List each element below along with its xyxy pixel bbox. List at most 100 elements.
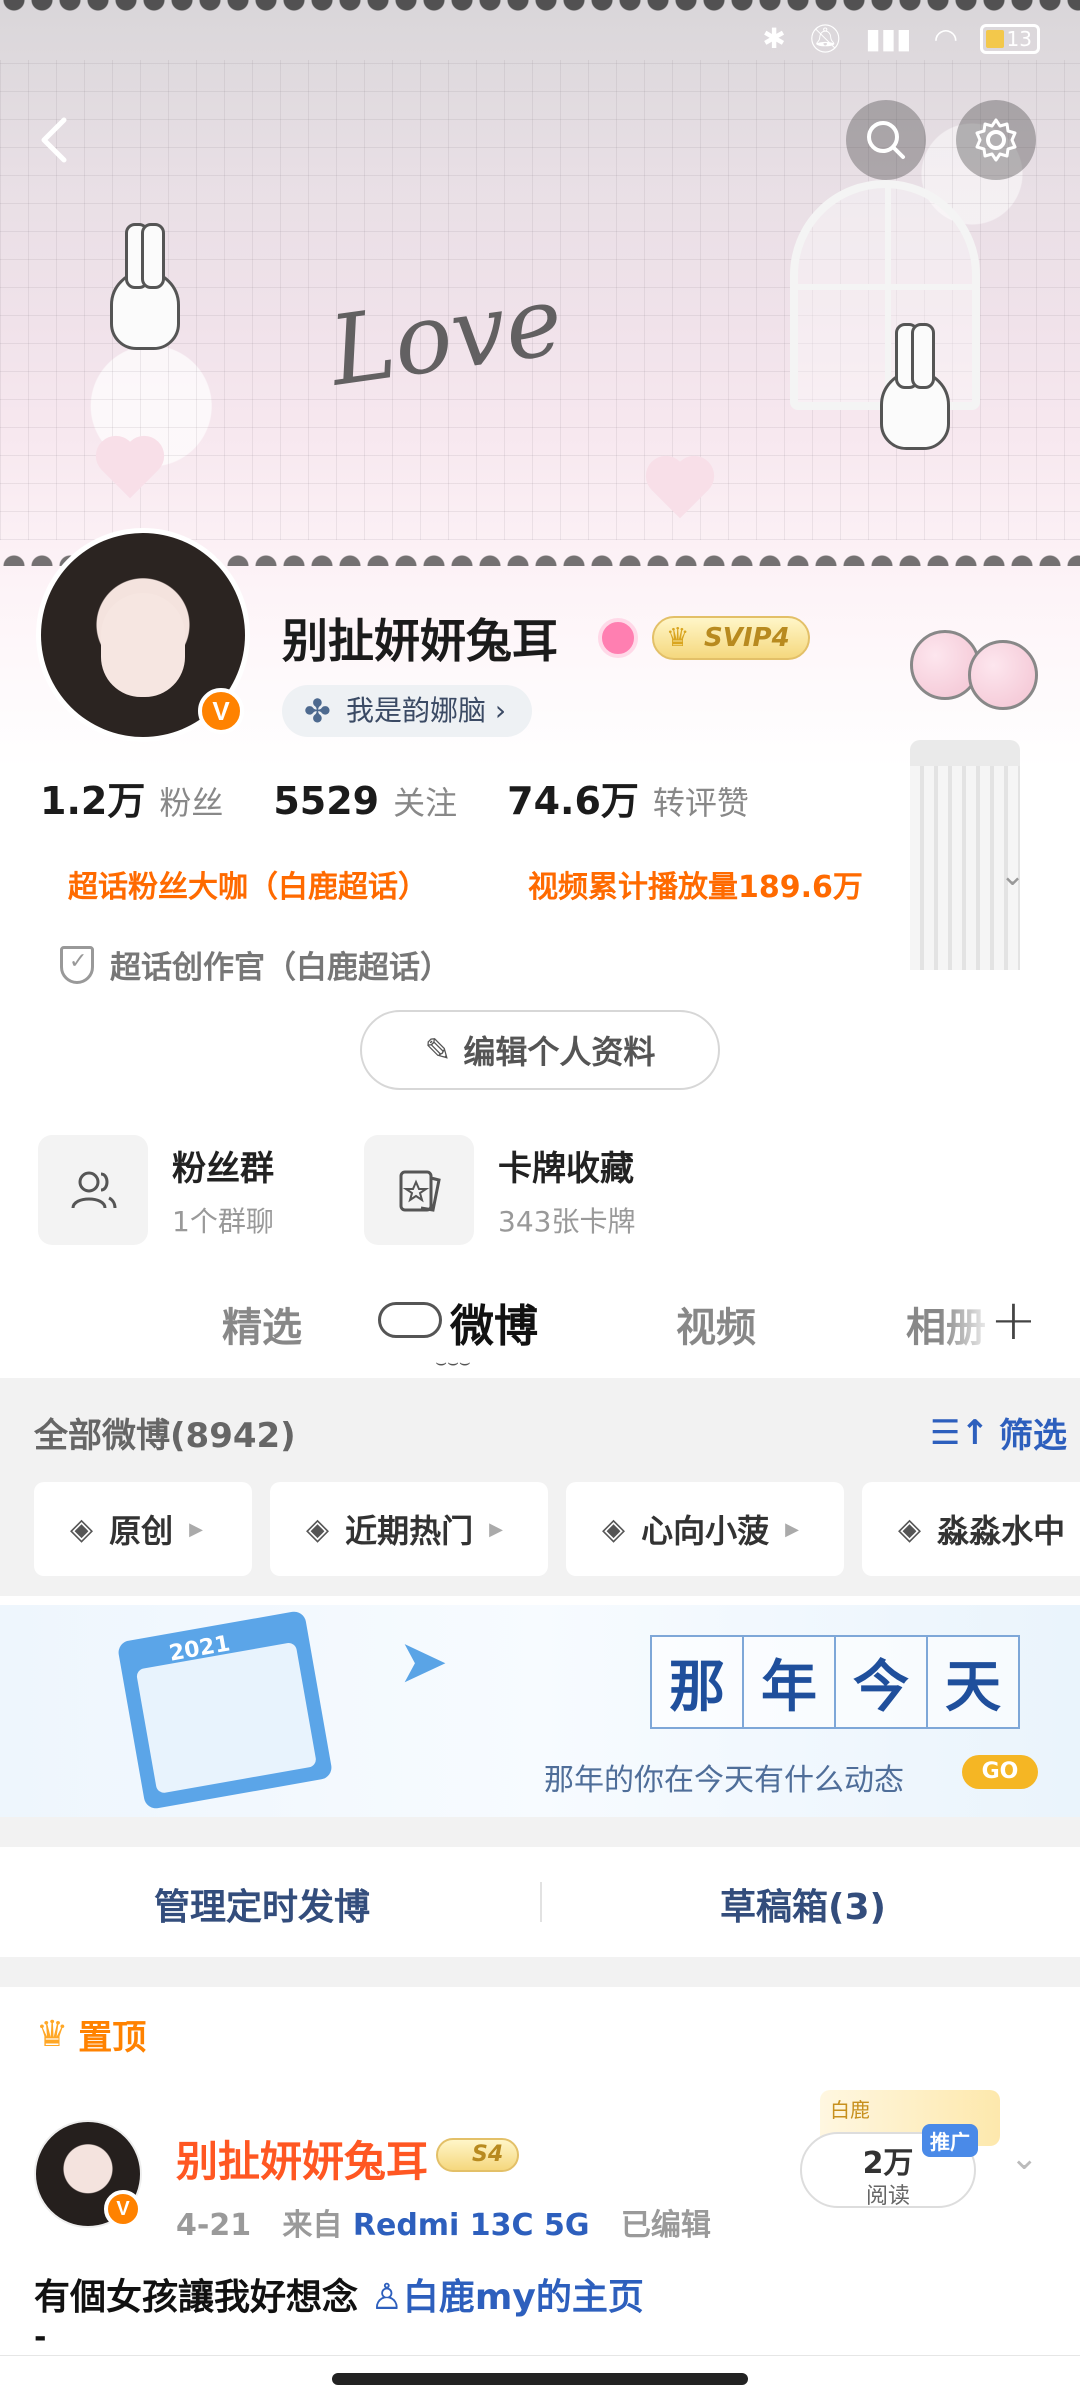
- chevron-down-icon[interactable]: ⌄: [1010, 2138, 1039, 2178]
- search-icon: [867, 121, 905, 159]
- on-this-day-banner[interactable]: 2021 ➤ 那 年 今 天 那年的你在今天有什么动态 GO: [0, 1605, 1080, 1817]
- read-label: 阅读: [865, 2184, 910, 2209]
- signal-icon: ▮▮▮: [865, 22, 912, 55]
- tab-featured[interactable]: 精选: [222, 1295, 302, 1353]
- profile-name: 别扯妍妍兔耳: [282, 614, 558, 668]
- triangle-right-icon: ▶: [489, 1518, 503, 1540]
- chip-label: 心向小菠: [641, 1512, 770, 1550]
- title-char: 年: [742, 1635, 836, 1729]
- promote-badge[interactable]: 推广: [922, 2124, 978, 2157]
- active-tab-indicator: ⌣⌣⌣: [435, 1352, 471, 1373]
- person-icon: ♙: [370, 2277, 403, 2318]
- calendar-icon: 2021: [116, 1609, 334, 1811]
- post-text: 有個女孩讓我好想念 ♙白鹿my的主页: [34, 2268, 644, 2320]
- section-gap: [0, 1817, 1080, 1847]
- svip-badge[interactable]: SVIP4: [652, 616, 810, 660]
- scheduled-posts-button[interactable]: 管理定时发博: [154, 1878, 370, 1930]
- post-device[interactable]: Redmi 13C 5G: [353, 2208, 590, 2243]
- verified-badge-icon: V: [198, 688, 244, 734]
- filter-button[interactable]: ☰↑ 筛选: [930, 1408, 1067, 1457]
- cherry-decoration: [968, 640, 1038, 710]
- home-indicator[interactable]: [332, 2373, 748, 2385]
- post-date: 4-21: [176, 2208, 252, 2243]
- pinned-label: ♛ 置顶: [36, 2010, 146, 2059]
- filter-label: 筛选: [998, 1416, 1067, 1456]
- on-this-day-title: 那 年 今 天: [650, 1635, 1020, 1729]
- stat-likes[interactable]: 74.6万 转评赞: [507, 770, 749, 825]
- battery-icon: 13: [980, 23, 1040, 54]
- gear-icon: [975, 118, 1017, 162]
- divider: [540, 1882, 542, 1922]
- feature-subtitle: 343张卡牌: [498, 1204, 636, 1238]
- shield-icon: [60, 945, 94, 984]
- bottom-separator: [0, 2355, 1080, 2356]
- edit-profile-button[interactable]: ✎ 编辑个人资料: [360, 1010, 720, 1090]
- feature-title: 粉丝群: [172, 1148, 274, 1189]
- tab-video[interactable]: 视频: [676, 1295, 756, 1353]
- title-char: 今: [834, 1635, 928, 1729]
- go-button[interactable]: GO: [962, 1755, 1038, 1789]
- mute-icon: 🔕︎: [807, 22, 844, 55]
- settings-button[interactable]: [956, 100, 1036, 180]
- chip-miaomiao[interactable]: ◈ 淼淼水中: [862, 1482, 1080, 1576]
- chip-original[interactable]: ◈ 原创 ▶: [34, 1482, 252, 1576]
- feature-fan-group[interactable]: 粉丝群 1个群聊: [38, 1135, 274, 1245]
- stat-following[interactable]: 5529 关注: [273, 778, 457, 824]
- window-decoration: [790, 180, 980, 410]
- honor-video-plays[interactable]: 视频累计播放量189.6万: [528, 862, 863, 906]
- post-author-name[interactable]: 别扯妍妍兔耳: [176, 2128, 428, 2189]
- stat-value: 74.6万: [507, 779, 639, 823]
- filter-sort-icon: ☰↑: [930, 1412, 989, 1453]
- column-decoration: [910, 740, 1020, 970]
- post-source-prefix: 来自: [282, 2208, 343, 2243]
- stat-followers[interactable]: 1.2万 粉丝: [40, 770, 223, 825]
- chip-label: 近期热门: [345, 1512, 474, 1550]
- candy-icon: [378, 1302, 442, 1338]
- profile-cover[interactable]: Love: [0, 0, 1080, 580]
- feature-subtitle: 1个群聊: [172, 1204, 274, 1238]
- search-badge-icon[interactable]: [598, 618, 638, 658]
- back-arrow-icon: [41, 117, 67, 163]
- wifi-icon: ◠: [933, 22, 958, 55]
- tab-weibo[interactable]: 微博: [450, 1290, 538, 1354]
- verified-badge-icon: V: [104, 2190, 142, 2228]
- chevron-down-icon[interactable]: ⌄: [1000, 858, 1025, 893]
- bluetooth-icon: ✱: [762, 22, 786, 55]
- drafts-button[interactable]: 草稿箱(3): [720, 1878, 886, 1930]
- creator-title[interactable]: 超话创作官（白鹿超话）: [60, 942, 451, 987]
- pencil-icon: ✎: [424, 1031, 452, 1069]
- stat-label: 转评赞: [652, 784, 749, 822]
- bunny-decoration: [110, 223, 180, 350]
- post-tail: -: [34, 2320, 47, 2355]
- group-icon: [38, 1135, 148, 1245]
- all-weibo-count: 全部微博(8942): [34, 1416, 296, 1456]
- back-button[interactable]: [26, 110, 86, 170]
- chevron-right-icon: ›: [494, 694, 507, 727]
- chip-recent-hot[interactable]: ◈ 近期热门 ▶: [270, 1482, 548, 1576]
- profile-link-text: 白鹿my的主页: [402, 2277, 644, 2318]
- paper-plane-icon: ➤: [398, 1627, 449, 1697]
- chip-xinxiang[interactable]: ◈ 心向小菠 ▶: [566, 1482, 844, 1576]
- on-this-day-subtitle: 那年的你在今天有什么动态: [544, 1763, 904, 1798]
- profile-tag-pill[interactable]: ✤ 我是韵娜脑 ›: [282, 685, 533, 737]
- stat-value: 5529: [273, 779, 380, 823]
- status-bar: ✱ 🔕︎ ▮▮▮ ◠ 13: [762, 22, 1040, 55]
- profile-link[interactable]: ♙白鹿my的主页: [371, 2277, 644, 2318]
- profile-tag-text: 我是韵娜脑: [346, 694, 487, 727]
- clover-icon: ✤: [304, 692, 331, 730]
- stat-value: 1.2万: [40, 779, 146, 823]
- title-char: 天: [926, 1635, 1020, 1729]
- post-edited[interactable]: 已编辑: [621, 2208, 711, 2243]
- creator-title-text: 超话创作官（白鹿超话）: [110, 950, 451, 986]
- post-meta: 4-21 来自 Redmi 13C 5G 已编辑: [176, 2200, 711, 2244]
- search-button[interactable]: [846, 100, 926, 180]
- honor-supertopic[interactable]: 超话粉丝大咖（白鹿超话）: [68, 862, 428, 906]
- level-badge[interactable]: S4: [436, 2138, 520, 2172]
- bunny-decoration: [880, 323, 950, 450]
- stat-label: 关注: [393, 784, 458, 822]
- post-body: 有個女孩讓我好想念: [34, 2277, 359, 2318]
- add-tab-icon[interactable]: +: [990, 1288, 1037, 1353]
- layers-icon: ◈: [898, 1511, 922, 1547]
- layers-icon: ◈: [306, 1511, 330, 1547]
- feature-card-collection[interactable]: 卡牌收藏 343张卡牌: [364, 1135, 635, 1245]
